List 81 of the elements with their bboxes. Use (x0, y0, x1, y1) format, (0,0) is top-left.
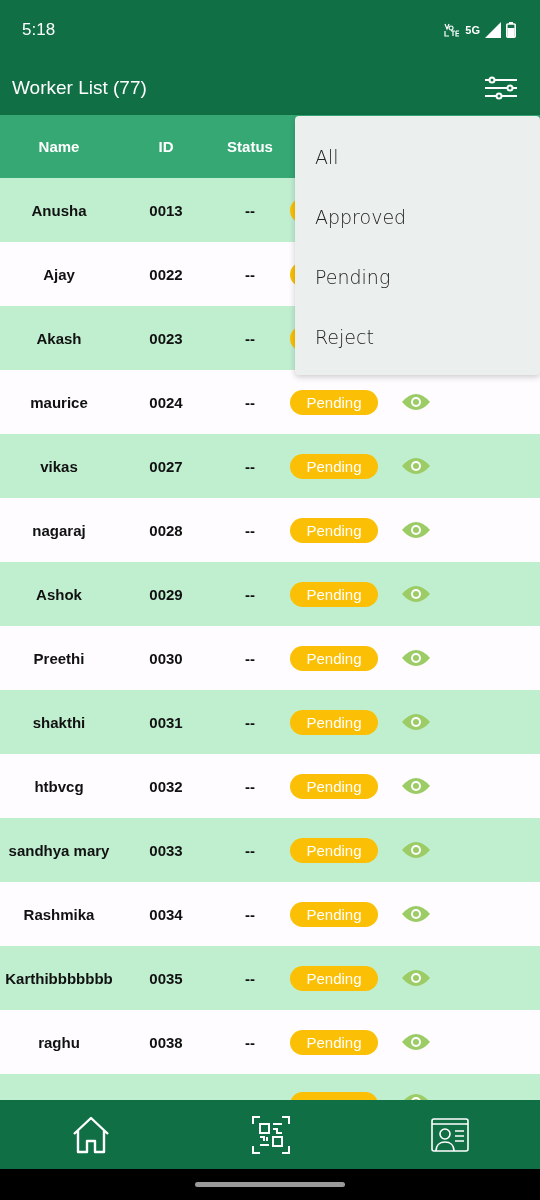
status-badge: Pending (290, 773, 378, 799)
status-badge: Pending (290, 453, 378, 479)
table-cell-text: shakthi (31, 713, 87, 731)
table-cell-text: 0027 (148, 457, 184, 475)
table-cell-text: 0034 (148, 905, 184, 923)
eye-icon[interactable] (401, 392, 431, 412)
table-cell-text: Karthibbbbbbb (4, 969, 114, 987)
status-badge: Pending (290, 645, 378, 671)
table-cell-text: Akash (35, 329, 83, 347)
status-badge: Pending (290, 389, 378, 415)
eye-icon[interactable] (401, 520, 431, 540)
status-badge: Pending (290, 837, 378, 863)
table-cell-text: 0013 (148, 201, 184, 219)
table-cell-text: Preethi (32, 649, 86, 667)
table-cell-text: Rashmika (22, 905, 96, 923)
battery-icon (506, 22, 516, 38)
eye-icon[interactable] (401, 904, 431, 924)
status-badge: Pending (290, 901, 378, 927)
status-badge: Pending (290, 709, 378, 735)
profile-card-icon[interactable] (431, 1117, 470, 1152)
status-badge: Pending (290, 1029, 378, 1055)
table-cell-text: Ashok (35, 585, 83, 603)
menu-item[interactable]: Reject (295, 307, 540, 367)
page-title: Worker List (77) (12, 76, 147, 99)
menu-item[interactable]: Pending (295, 247, 540, 307)
table-cell-text: 0035 (148, 969, 184, 987)
status-badge: Pending (290, 517, 378, 543)
table-cell-text: -- (244, 713, 256, 731)
eye-icon[interactable] (401, 712, 431, 732)
table-cell-text: htbvcg (33, 777, 85, 795)
column-header: Status (226, 138, 274, 155)
table-cell-text: nagaraj (31, 521, 87, 539)
table-cell-text: 0022 (148, 265, 184, 283)
table-cell-text: 0038 (148, 1033, 184, 1051)
table-cell-text: Anusha (30, 201, 88, 219)
column-header: Name (37, 138, 81, 155)
menu-item[interactable]: Approved (295, 187, 540, 247)
table-cell-text: 0033 (148, 841, 184, 859)
table-cell-text: 0024 (148, 393, 184, 411)
table-cell-text: -- (244, 329, 256, 347)
table-cell-text: -- (244, 585, 256, 603)
table-cell-text: 0023 (148, 329, 184, 347)
table-cell-text: -- (244, 393, 256, 411)
gesture-bar[interactable] (195, 1182, 345, 1187)
eye-icon[interactable] (401, 840, 431, 860)
network-type: 5G (465, 24, 480, 36)
eye-icon[interactable] (401, 456, 431, 476)
eye-icon[interactable] (401, 776, 431, 796)
eye-icon[interactable] (401, 1032, 431, 1052)
status-time: 5:18 (22, 20, 56, 40)
table-cell-text: raghu (37, 1033, 81, 1051)
table-cell-text: -- (244, 457, 256, 475)
table-cell-text: 0029 (148, 585, 184, 603)
table-cell-text: vikas (39, 457, 79, 475)
table-cell-text: -- (244, 969, 256, 987)
volte-icon (444, 23, 461, 37)
eye-icon[interactable] (401, 584, 431, 604)
filter-icon[interactable] (484, 75, 518, 100)
eye-icon[interactable] (401, 968, 431, 988)
table-cell-text: -- (244, 1033, 256, 1051)
signal-icon (485, 22, 501, 38)
status-badge: Pending (290, 965, 378, 991)
table-cell-text: -- (244, 649, 256, 667)
table-cell-text: Ajay (42, 265, 76, 283)
table-cell-text: -- (244, 265, 256, 283)
menu-item[interactable]: All (295, 127, 540, 187)
table-cell-text: -- (244, 905, 256, 923)
table-cell-text: -- (244, 777, 256, 795)
table-cell-text: -- (244, 201, 256, 219)
table-cell-text: -- (244, 521, 256, 539)
table-cell-text: 0032 (148, 777, 184, 795)
table-cell-text: maurice (29, 393, 89, 411)
table-cell-text: 0028 (148, 521, 184, 539)
table-cell-text: -- (244, 841, 256, 859)
table-cell-text: sandhya mary (7, 841, 111, 859)
qr-scan-icon[interactable] (252, 1115, 290, 1154)
eye-icon[interactable] (401, 648, 431, 668)
column-header: ID (157, 138, 175, 155)
table-cell-text: 0031 (148, 713, 184, 731)
status-badge: Pending (290, 581, 378, 607)
table-cell-text: 0030 (148, 649, 184, 667)
